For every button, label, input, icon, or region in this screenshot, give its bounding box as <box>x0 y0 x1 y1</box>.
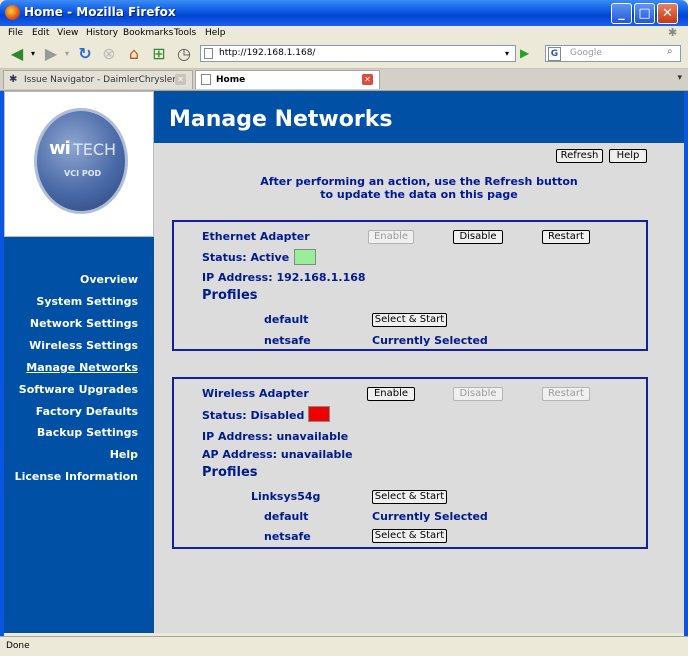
sidebar-item-backup-settings[interactable]: Backup Settings <box>37 426 138 439</box>
firefox-icon <box>5 5 20 20</box>
wireless-ip-address: IP Address: unavailable <box>202 430 349 443</box>
wireless-disable-button[interactable]: Disable <box>453 387 503 401</box>
menu-file[interactable]: File <box>8 26 23 40</box>
close-window-button[interactable]: ✕ <box>657 3 678 24</box>
search-input[interactable]: G Google <box>545 45 681 62</box>
tab-issue-icon: ✱ <box>9 74 18 85</box>
ethernet-profiles-heading: Profiles <box>202 288 258 303</box>
ethernet-ip-address: IP Address: 192.168.1.168 <box>202 271 366 284</box>
help-button[interactable]: Help <box>609 149 647 163</box>
ethernet-title: Ethernet Adapter <box>202 230 310 243</box>
wireless-status-indicator <box>308 406 330 422</box>
ethernet-adapter-panel: Ethernet Adapter Enable Disable Restart … <box>172 220 648 351</box>
tab-bar: ✱ Issue Navigator - DaimlerChrysler ✕ Ho… <box>0 69 688 91</box>
menu-help[interactable]: Help <box>205 26 226 40</box>
forward-icon[interactable]: ▶ <box>40 44 62 64</box>
ethernet-profile-name: default <box>264 313 309 326</box>
wireless-title: Wireless Adapter <box>202 387 309 400</box>
sidebar: Overview System Settings Network Setting… <box>4 237 154 633</box>
wireless-currently-selected: Currently Selected <box>372 510 488 523</box>
stop-icon[interactable]: ⊗ <box>98 44 120 64</box>
search-placeholder: Google <box>570 48 602 58</box>
status-bar: Done <box>0 636 688 656</box>
tab-close-icon[interactable]: ✕ <box>362 74 373 85</box>
tab-issue-navigator[interactable]: ✱ Issue Navigator - DaimlerChrysler ✕ <box>3 70 193 89</box>
sidebar-item-overview[interactable]: Overview <box>80 273 138 286</box>
menu-history[interactable]: History <box>86 26 118 40</box>
wireless-profile-name: Linksys54g <box>251 490 321 503</box>
menu-view[interactable]: View <box>57 26 78 40</box>
refresh-button[interactable]: Refresh <box>556 149 603 163</box>
google-engine-icon[interactable]: G <box>548 47 561 61</box>
ethernet-disable-button[interactable]: Disable <box>453 230 503 244</box>
sidebar-item-help[interactable]: Help <box>110 448 138 461</box>
url-dropdown-icon[interactable]: ▾ <box>505 45 515 62</box>
wireless-restart-button[interactable]: Restart <box>542 387 590 401</box>
sidebar-item-manage-networks[interactable]: Manage Networks <box>26 361 138 374</box>
tab-label: Issue Navigator - DaimlerChrysler <box>24 75 177 85</box>
back-icon[interactable]: ◀ <box>6 44 28 64</box>
logo-area: wi TECH VCI POD <box>4 91 154 237</box>
sidebar-item-software-upgrades[interactable]: Software Upgrades <box>19 383 138 396</box>
menu-bookmarks[interactable]: Bookmarks <box>123 26 173 40</box>
info-message: After performing an action, use the Refr… <box>154 175 684 201</box>
wireless-select-start-button[interactable]: Select & Start <box>372 490 447 504</box>
sidebar-item-network-settings[interactable]: Network Settings <box>30 317 138 330</box>
wireless-ap-address: AP Address: unavailable <box>202 448 353 461</box>
wireless-adapter-panel: Wireless Adapter Enable Disable Restart … <box>172 377 648 549</box>
page-icon <box>204 48 213 59</box>
logo-wi: wi <box>49 138 71 159</box>
menu-edit[interactable]: Edit <box>32 26 49 40</box>
ethernet-select-start-button[interactable]: Select & Start <box>372 313 447 327</box>
sidebar-item-factory-defaults[interactable]: Factory Defaults <box>36 405 138 418</box>
go-icon[interactable]: ▶ <box>520 45 534 62</box>
ethernet-status: Status: Active <box>202 251 290 264</box>
logo-tech: TECH <box>73 140 117 159</box>
ethernet-currently-selected: Currently Selected <box>372 334 488 347</box>
page-viewport: wi TECH VCI POD Overview System Settings… <box>4 91 684 633</box>
info-line-1: After performing an action, use the Refr… <box>260 175 578 188</box>
home-icon[interactable]: ⌂ <box>123 44 145 64</box>
ethernet-enable-button[interactable]: Enable <box>368 230 414 244</box>
ethernet-status-indicator <box>294 249 316 265</box>
info-line-2: to update the data on this page <box>320 188 518 201</box>
tab-page-icon <box>201 74 211 85</box>
tab-list-icon[interactable]: ▾ <box>677 73 682 83</box>
reload-icon[interactable]: ↻ <box>74 44 96 64</box>
tab-home[interactable]: Home ✕ <box>195 70 380 89</box>
page-header: Manage Networks <box>154 91 684 143</box>
wireless-profile-name: netsafe <box>264 530 311 543</box>
url-input[interactable]: http://192.168.1.168/ <box>200 45 516 62</box>
window-titlebar: Home - Mozilla Firefox _ □ ✕ <box>0 0 688 26</box>
new-tab-icon[interactable]: ⊞ <box>148 44 170 64</box>
logo-sub: VCI POD <box>64 169 102 178</box>
throbber-icon: ✱ <box>668 26 678 39</box>
wireless-select-start-button[interactable]: Select & Start <box>372 529 447 543</box>
menu-bar: File Edit View History Bookmarks Tools H… <box>0 26 688 40</box>
menu-tools[interactable]: Tools <box>174 26 196 40</box>
minimize-button[interactable]: _ <box>611 3 632 24</box>
url-text: http://192.168.1.168/ <box>219 48 316 58</box>
sidebar-item-wireless-settings[interactable]: Wireless Settings <box>29 339 138 352</box>
status-text: Done <box>6 641 30 651</box>
tab-close-icon[interactable]: ✕ <box>175 74 186 85</box>
wireless-enable-button[interactable]: Enable <box>367 387 415 401</box>
ethernet-profile-name: netsafe <box>264 334 311 347</box>
page-title: Manage Networks <box>169 107 393 132</box>
maximize-button[interactable]: □ <box>634 3 655 24</box>
history-icon[interactable]: ◷ <box>173 44 195 64</box>
sidebar-item-system-settings[interactable]: System Settings <box>36 295 138 308</box>
window-frame-right <box>684 26 688 655</box>
ethernet-restart-button[interactable]: Restart <box>542 230 590 244</box>
wireless-profiles-heading: Profiles <box>202 465 258 480</box>
wireless-status: Status: Disabled <box>202 409 305 422</box>
sidebar-item-license-information[interactable]: License Information <box>15 470 138 483</box>
wireless-profile-name: default <box>264 510 309 523</box>
search-magnifier-icon[interactable]: ⌕ <box>667 46 673 57</box>
tab-label: Home <box>216 75 246 85</box>
witech-logo <box>34 108 128 214</box>
forward-dropdown-icon[interactable]: ▾ <box>62 44 72 64</box>
back-dropdown-icon[interactable]: ▾ <box>28 44 38 64</box>
window-title: Home - Mozilla Firefox <box>24 5 176 19</box>
